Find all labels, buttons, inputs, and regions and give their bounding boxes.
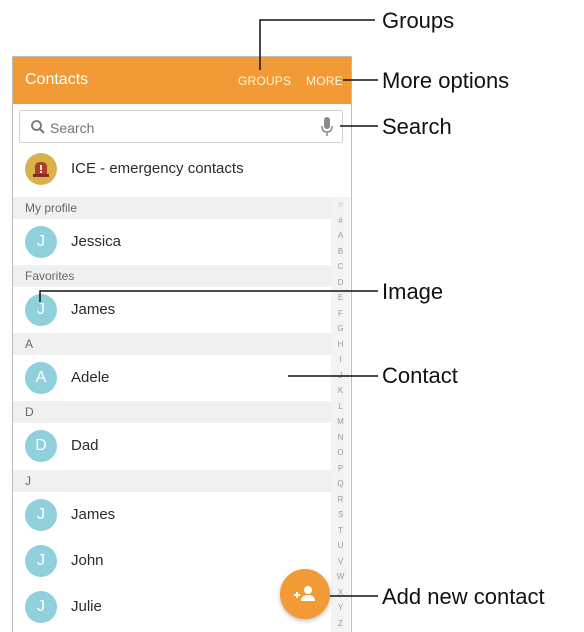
callout-add-new-contact: Add new contact	[382, 584, 545, 609]
callout-contact: Contact	[382, 363, 458, 388]
callout-more-options: More options	[382, 68, 510, 93]
callout-lines	[39, 19, 378, 597]
callout-search: Search	[382, 114, 452, 139]
callout-image: Image	[382, 279, 444, 304]
callout-groups: Groups	[382, 8, 455, 33]
